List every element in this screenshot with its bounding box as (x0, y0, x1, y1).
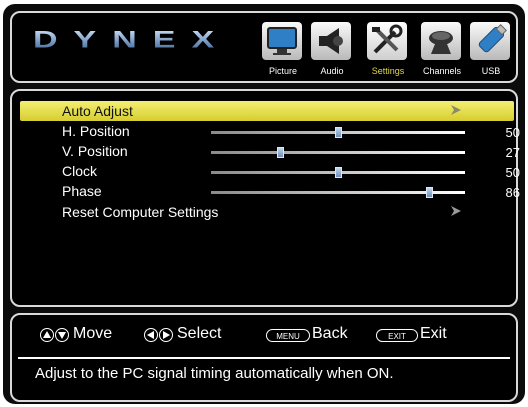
right-arrow-icon (159, 328, 173, 342)
exit-key-icon: EXIT (376, 329, 418, 342)
menu-item-label: Phase (62, 183, 102, 199)
tab-settings[interactable]: Settings (363, 20, 413, 80)
menu-item-auto-adjust[interactable]: Auto Adjust (62, 102, 512, 121)
hint-back: MENU Back (266, 325, 366, 347)
menu-item-label: V. Position (62, 143, 128, 159)
hint-move-label: Move (73, 325, 113, 342)
speaker-icon (311, 22, 351, 60)
tab-usb-label: USB (481, 66, 501, 76)
menu-item-reset-computer-settings[interactable]: Reset Computer Settings (62, 203, 512, 222)
tab-audio-label: Audio (320, 66, 344, 76)
tab-channels[interactable]: Channels (417, 20, 467, 80)
slider-track[interactable] (211, 151, 465, 154)
menu-item-phase[interactable]: Phase 86 (62, 182, 520, 201)
arrow-right-icon (451, 206, 461, 216)
satellite-dish-icon (421, 22, 461, 60)
help-divider (18, 357, 510, 359)
menu-item-label: H. Position (62, 123, 130, 139)
hint-select: Select (144, 325, 244, 347)
tab-audio[interactable]: Audio (307, 20, 357, 80)
hint-exit-label: Exit (420, 325, 447, 342)
hint-move: Move (40, 325, 120, 347)
hint-select-label: Select (177, 325, 222, 342)
hint-exit: EXIT Exit (376, 325, 466, 347)
tools-icon (367, 22, 407, 60)
dynex-logo: DYNEX (33, 26, 231, 54)
menu-item-v-position[interactable]: V. Position 27 (62, 142, 520, 161)
item-description: Adjust to the PC signal timing automatic… (35, 365, 394, 382)
slider-value: 27 (505, 145, 520, 160)
tab-settings-label: Settings (371, 66, 405, 76)
tab-picture[interactable]: Picture (258, 20, 308, 80)
usb-drive-icon (470, 22, 510, 60)
menu-item-label: Auto Adjust (62, 103, 133, 119)
menu-item-label: Clock (62, 163, 98, 179)
left-arrow-icon (144, 328, 158, 342)
slider-value: 86 (505, 185, 520, 200)
menu-item-h-position[interactable]: H. Position 50 (62, 122, 520, 141)
tv-icon (262, 22, 302, 60)
menu-key-icon: MENU (266, 329, 310, 342)
arrow-right-icon (451, 105, 461, 115)
slider-thumb[interactable] (335, 167, 342, 178)
slider-value: 50 (505, 165, 520, 180)
menu-item-label: Reset Computer Settings (62, 204, 219, 220)
slider-value: 50 (505, 125, 520, 140)
slider-thumb[interactable] (276, 147, 284, 158)
tab-usb[interactable]: USB (466, 20, 516, 80)
slider-thumb[interactable] (426, 187, 434, 198)
menu-item-clock[interactable]: Clock 50 (62, 162, 520, 181)
hint-back-label: Back (312, 325, 348, 342)
up-arrow-icon (40, 328, 54, 342)
down-arrow-icon (55, 328, 69, 342)
slider-thumb[interactable] (335, 127, 342, 138)
